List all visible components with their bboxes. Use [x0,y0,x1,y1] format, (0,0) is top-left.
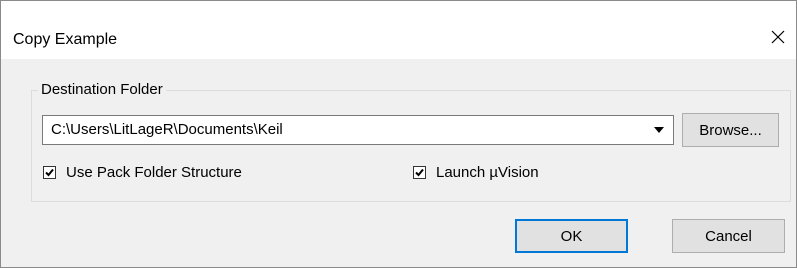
use-pack-folder-structure-label: Use Pack Folder Structure [66,164,242,181]
dropdown-button[interactable] [646,117,672,143]
destination-path-value[interactable]: C:\Users\LitLageR\Documents\Keil [51,121,283,138]
ok-button[interactable]: OK [515,219,628,253]
launch-uvision-label: Launch µVision [436,164,539,181]
checkmark-icon [415,168,424,177]
title-bar: Copy Example [1,1,796,59]
launch-uvision-option[interactable]: Launch µVision [413,164,539,181]
ok-button-label: OK [560,227,583,245]
launch-uvision-checkbox[interactable] [413,166,426,179]
browse-button-label: Browse... [699,121,762,139]
checkmark-icon [45,168,54,177]
use-pack-folder-structure-option[interactable]: Use Pack Folder Structure [43,164,242,181]
browse-button[interactable]: Browse... [682,113,779,147]
destination-folder-label: Destination Folder [38,81,166,98]
cancel-button-label: Cancel [705,227,752,245]
close-icon [771,30,785,44]
close-button[interactable] [760,21,796,53]
copy-example-dialog: Copy Example Destination Folder C:\Users… [0,0,797,268]
destination-path-combobox[interactable]: C:\Users\LitLageR\Documents\Keil [42,115,674,145]
dropdown-arrow-icon [654,127,664,133]
destination-folder-group [31,90,791,202]
dialog-title: Copy Example [13,31,118,48]
cancel-button[interactable]: Cancel [672,219,785,253]
use-pack-folder-structure-checkbox[interactable] [43,166,56,179]
